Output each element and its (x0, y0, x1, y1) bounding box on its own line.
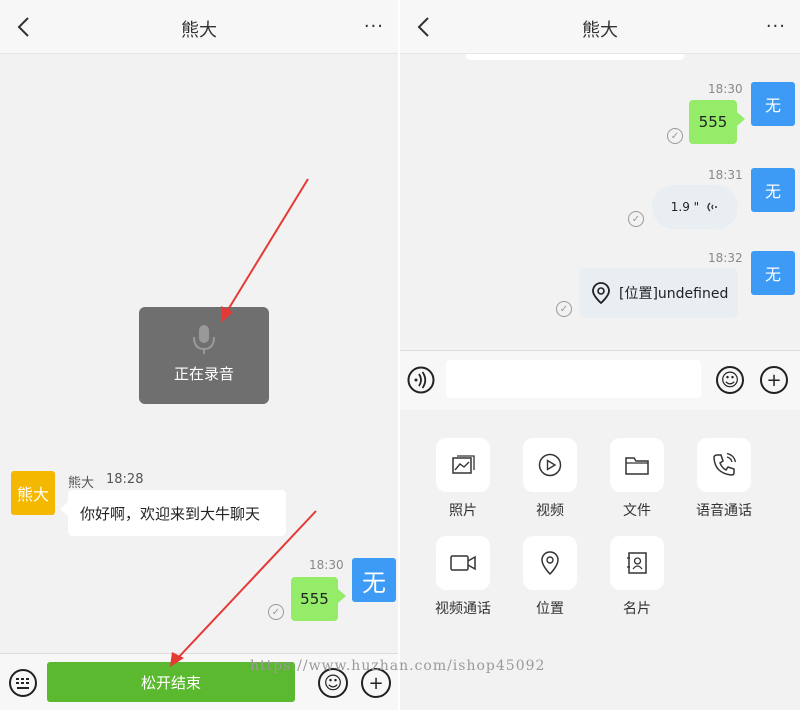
folder-icon (610, 438, 664, 492)
panel-item-label: 文件 (623, 503, 651, 519)
message-input[interactable] (446, 360, 701, 398)
voice-message-bubble[interactable]: 1.9 " (652, 185, 738, 229)
panel-item-label: 照片 (449, 503, 477, 519)
chat-header: 熊大 ··· (400, 0, 800, 54)
voice-input-icon[interactable] (407, 366, 435, 394)
photo-icon (436, 438, 490, 492)
message-time: 18:31 (708, 168, 743, 182)
contact-card-icon (610, 536, 664, 590)
chat-title: 熊大 (582, 20, 618, 41)
panel-item-location[interactable]: 位置 (510, 536, 590, 618)
read-check-icon: ✓ (556, 301, 572, 317)
video-camera-icon (436, 536, 490, 590)
add-icon[interactable]: + (760, 366, 788, 394)
panel-item-voice-call[interactable]: 语音通话 (684, 438, 764, 520)
phone-call-icon (697, 438, 751, 492)
panel-item-photo[interactable]: 照片 (423, 438, 503, 520)
panel-item-video-call[interactable]: 视频通话 (423, 536, 503, 618)
read-check-icon: ✓ (628, 211, 644, 227)
voice-wave-icon (707, 202, 718, 212)
panel-item-label: 名片 (623, 601, 651, 617)
panel-item-label: 语音通话 (696, 503, 752, 519)
right-chat-screen: 熊大 ··· 18:30 ✓ 555 无 18:31 ✓ 1.9 " 无 18:… (400, 0, 800, 710)
screenshot-root: 熊大 ··· 正在录音 熊大 熊大 18:28 你好啊，欢迎来到大牛聊天 18:… (0, 0, 800, 710)
watermark-text: https://www.huzhan.com/ishop45092 (250, 658, 546, 674)
location-text: [位置]undefined (619, 286, 729, 302)
more-options-icon[interactable]: ··· (766, 16, 786, 37)
message-time: 18:32 (708, 251, 743, 265)
my-avatar[interactable]: 无 (751, 168, 795, 212)
scrolled-bubble-edge (466, 54, 684, 60)
voice-duration: 1.9 " (670, 200, 700, 214)
location-pin-icon (592, 282, 610, 305)
outgoing-message-bubble[interactable]: 555 (689, 100, 745, 144)
panel-item-file[interactable]: 文件 (597, 438, 677, 520)
outgoing-message-text: 555 (698, 113, 728, 131)
annotation-arrows (170, 178, 317, 667)
panel-item-label: 视频通话 (435, 601, 491, 617)
emoji-icon[interactable]: ☺ (716, 366, 744, 394)
location-message-bubble[interactable]: [位置]undefined (579, 268, 738, 318)
panel-item-label: 位置 (536, 601, 564, 617)
location-pin-icon (523, 536, 577, 590)
panel-item-video[interactable]: 视频 (510, 438, 590, 520)
read-check-icon: ✓ (667, 128, 683, 144)
video-play-icon (523, 438, 577, 492)
left-chat-screen: 熊大 ··· 正在录音 熊大 熊大 18:28 你好啊，欢迎来到大牛聊天 18:… (0, 0, 398, 710)
message-time: 18:30 (708, 82, 743, 96)
my-avatar[interactable]: 无 (751, 251, 795, 295)
panel-item-business-card[interactable]: 名片 (597, 536, 677, 618)
input-bar: ☺ + (400, 350, 800, 410)
my-avatar[interactable]: 无 (751, 82, 795, 126)
panel-item-label: 视频 (536, 503, 564, 519)
